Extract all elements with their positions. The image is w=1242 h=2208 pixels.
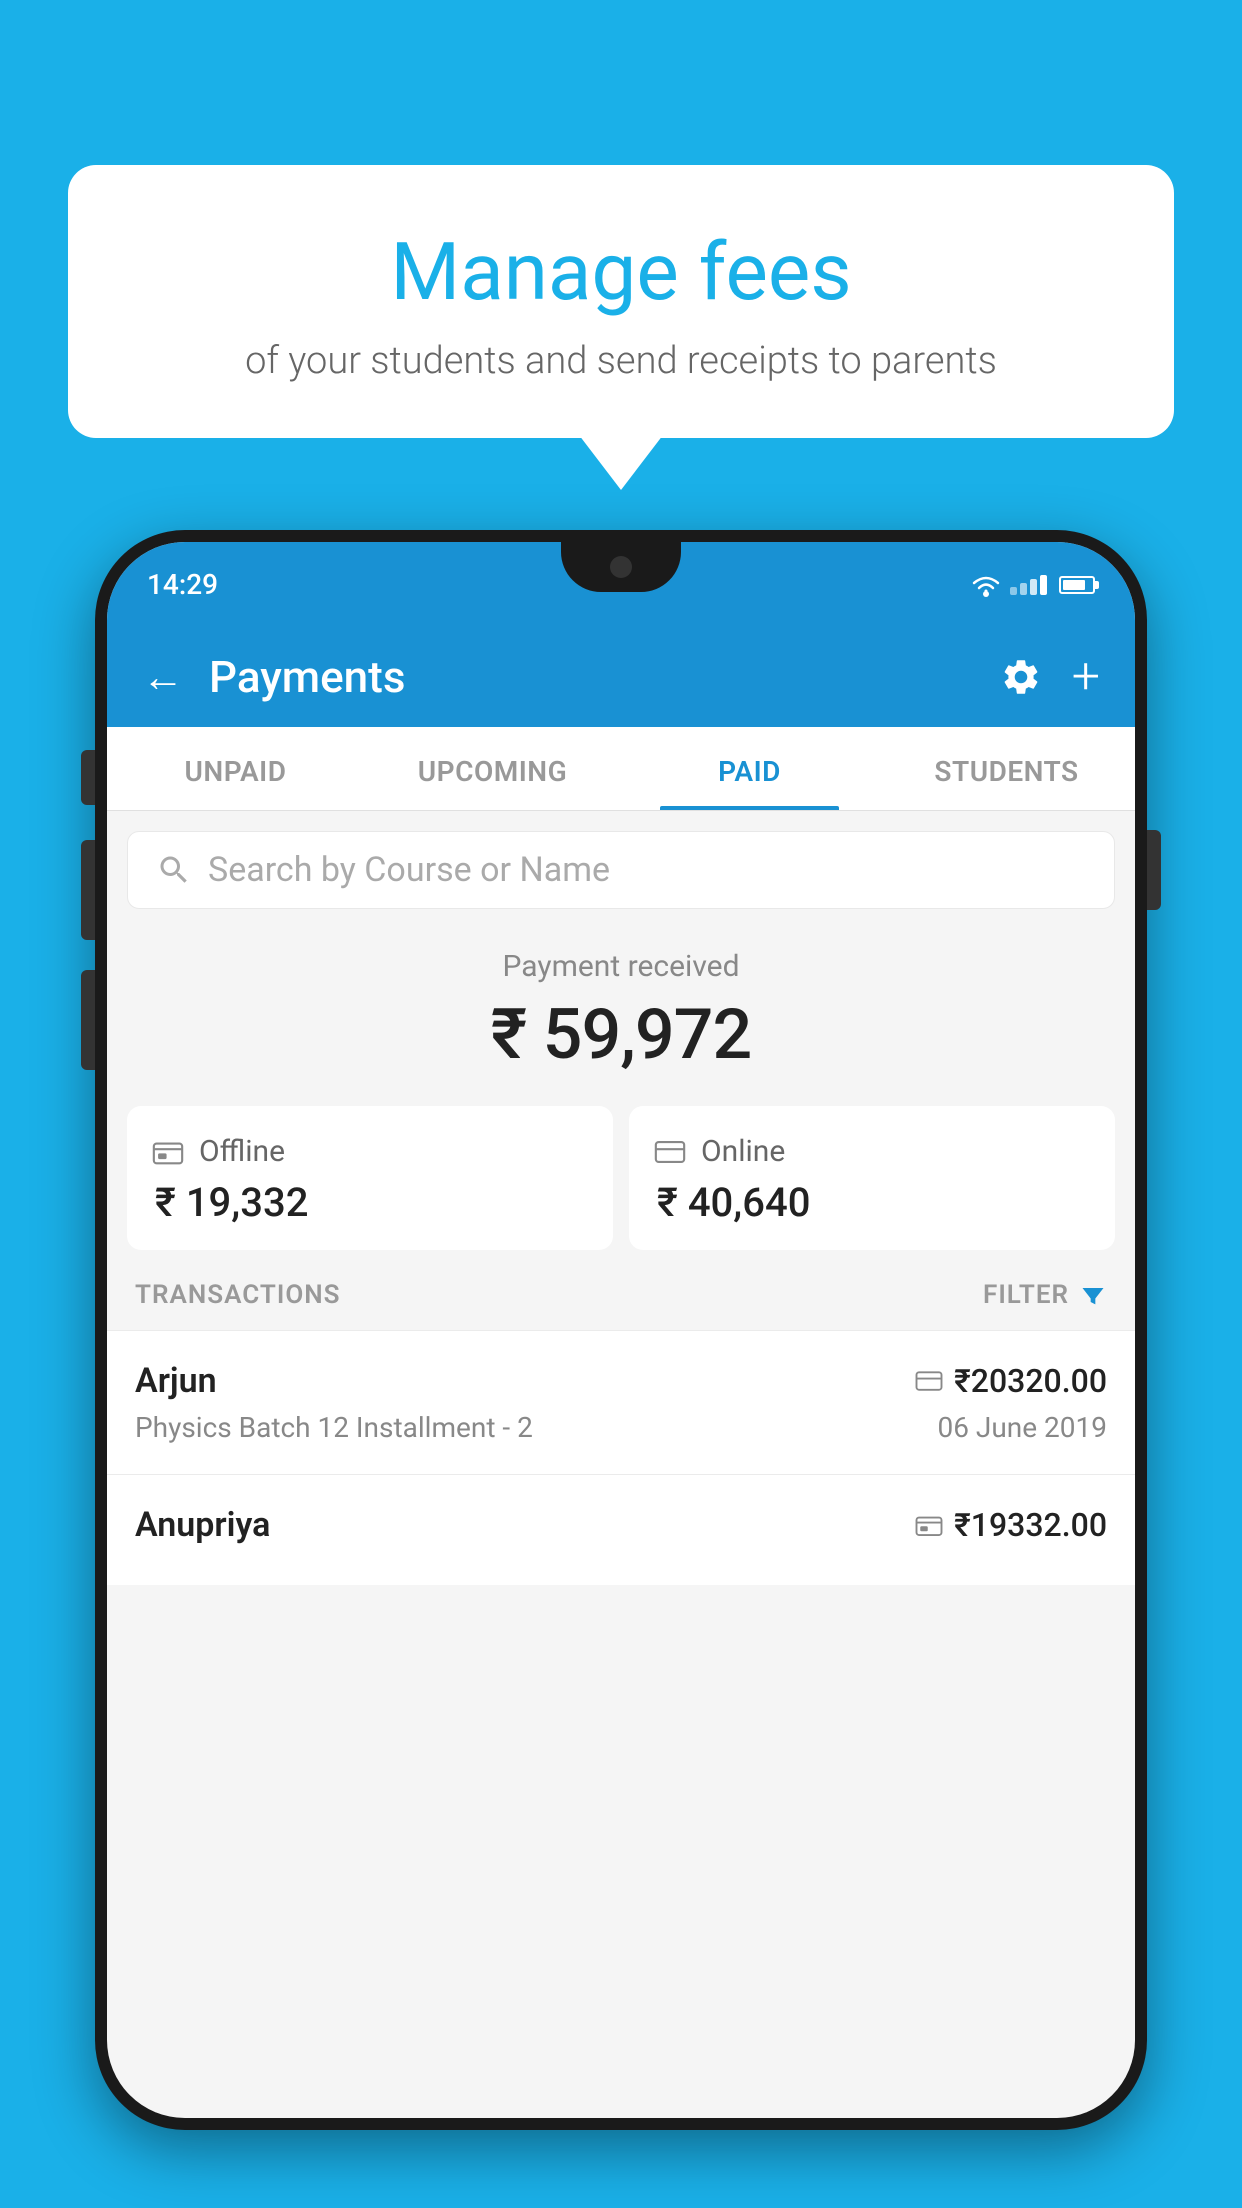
wifi-icon bbox=[970, 571, 1002, 599]
offline-label: Offline bbox=[199, 1134, 285, 1169]
transaction-amount: ₹20320.00 bbox=[914, 1362, 1107, 1400]
online-label: Online bbox=[701, 1134, 785, 1169]
filter-button[interactable]: FILTER bbox=[983, 1280, 1107, 1310]
battery-icon bbox=[1059, 576, 1095, 594]
transaction-item-arjun[interactable]: Arjun ₹20320.00 Physics Batch 12 Install… bbox=[107, 1330, 1135, 1474]
offline-payment-card: Offline ₹ 19,332 bbox=[127, 1106, 613, 1250]
transaction-name-anupriya: Anupriya bbox=[135, 1505, 270, 1545]
status-icons bbox=[970, 571, 1095, 599]
tab-unpaid[interactable]: UNPAID bbox=[107, 727, 364, 810]
offline-icon bbox=[151, 1135, 185, 1169]
speech-bubble-title: Manage fees bbox=[118, 225, 1124, 319]
header-title: Payments bbox=[209, 651, 1000, 703]
speech-bubble: Manage fees of your students and send re… bbox=[68, 165, 1174, 438]
mute-button bbox=[81, 750, 95, 805]
header-icons: + bbox=[1000, 652, 1100, 702]
filter-icon bbox=[1079, 1281, 1107, 1309]
app-header: ← Payments + bbox=[107, 627, 1135, 727]
status-bar: 14:29 bbox=[107, 542, 1135, 627]
transaction-row1-anupriya: Anupriya ₹19332.00 bbox=[135, 1505, 1107, 1545]
transaction-course: Physics Batch 12 Installment - 2 bbox=[135, 1411, 533, 1444]
phone-screen: 14:29 bbox=[107, 542, 1135, 2118]
transactions-label: TRANSACTIONS bbox=[135, 1280, 341, 1310]
offline-mode-icon bbox=[914, 1510, 944, 1540]
volume-up-button bbox=[81, 840, 95, 940]
payment-summary: Payment received ₹ 59,972 bbox=[107, 909, 1135, 1106]
online-amount: ₹ 40,640 bbox=[653, 1179, 1091, 1226]
online-payment-card: Online ₹ 40,640 bbox=[629, 1106, 1115, 1250]
filter-label: FILTER bbox=[983, 1280, 1069, 1310]
transaction-date: 06 June 2019 bbox=[937, 1411, 1107, 1444]
phone-outer: 14:29 bbox=[95, 530, 1147, 2130]
tab-students[interactable]: STUDENTS bbox=[878, 727, 1135, 810]
offline-card-header: Offline bbox=[151, 1134, 589, 1169]
transaction-amount-value-anupriya: ₹19332.00 bbox=[954, 1506, 1107, 1544]
transaction-amount-anupriya: ₹19332.00 bbox=[914, 1506, 1107, 1544]
search-placeholder: Search by Course or Name bbox=[208, 850, 610, 890]
transactions-header: TRANSACTIONS FILTER bbox=[107, 1250, 1135, 1330]
transaction-row1: Arjun ₹20320.00 bbox=[135, 1361, 1107, 1401]
back-button[interactable]: ← bbox=[142, 653, 184, 702]
tab-paid[interactable]: PAID bbox=[621, 727, 878, 810]
add-button[interactable]: + bbox=[1072, 652, 1100, 702]
search-bar[interactable]: Search by Course or Name bbox=[127, 831, 1115, 909]
settings-icon[interactable] bbox=[1000, 656, 1042, 698]
tab-upcoming[interactable]: UPCOMING bbox=[364, 727, 621, 810]
phone-notch bbox=[561, 542, 681, 592]
offline-amount: ₹ 19,332 bbox=[151, 1179, 589, 1226]
tabs-bar: UNPAID UPCOMING PAID STUDENTS bbox=[107, 727, 1135, 811]
transaction-item-anupriya[interactable]: Anupriya ₹19332.00 bbox=[107, 1474, 1135, 1585]
speech-bubble-container: Manage fees of your students and send re… bbox=[68, 165, 1174, 438]
payment-cards: Offline ₹ 19,332 Online ₹ 40,640 bbox=[127, 1106, 1115, 1250]
volume-down-button bbox=[81, 970, 95, 1070]
payment-amount: ₹ 59,972 bbox=[127, 994, 1115, 1076]
speech-bubble-subtitle: of your students and send receipts to pa… bbox=[118, 339, 1124, 383]
online-card-header: Online bbox=[653, 1134, 1091, 1169]
power-button bbox=[1147, 830, 1161, 910]
payment-received-label: Payment received bbox=[127, 949, 1115, 984]
transaction-amount-value: ₹20320.00 bbox=[954, 1362, 1107, 1400]
online-mode-icon bbox=[914, 1366, 944, 1396]
transaction-name: Arjun bbox=[135, 1361, 217, 1401]
phone-camera bbox=[610, 556, 632, 578]
phone-container: 14:29 bbox=[95, 530, 1147, 2208]
signal-icon bbox=[1010, 575, 1047, 595]
status-time: 14:29 bbox=[147, 568, 218, 601]
online-icon bbox=[653, 1135, 687, 1169]
transaction-row2: Physics Batch 12 Installment - 2 06 June… bbox=[135, 1411, 1107, 1444]
search-icon bbox=[156, 852, 192, 888]
